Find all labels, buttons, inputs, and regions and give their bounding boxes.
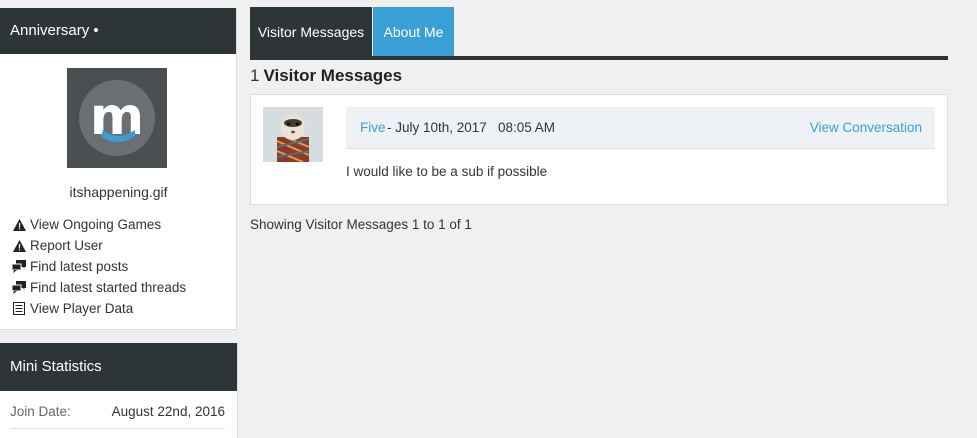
link-label: View Ongoing Games <box>30 217 162 232</box>
profile-avatar[interactable]: m <box>67 68 167 168</box>
link-label: Find latest started threads <box>30 280 187 295</box>
link-label: Report User <box>30 238 103 253</box>
link-view-player-data[interactable]: View Player Data <box>12 298 186 319</box>
message-date: - July 10th, 2017 <box>387 120 487 135</box>
tab-underline <box>250 56 948 60</box>
section-title-text: Visitor Messages <box>263 66 403 85</box>
link-label: Find latest posts <box>30 259 129 274</box>
logo-icon: m <box>79 80 155 156</box>
tab-visitor-messages[interactable]: Visitor Messages <box>250 7 372 56</box>
message-avatar[interactable] <box>263 107 323 162</box>
join-date-label: Join Date: <box>10 404 71 419</box>
ferret-avatar-icon <box>263 107 323 162</box>
tab-about-me[interactable]: About Me <box>373 7 454 56</box>
profile-title: Anniversary <box>10 22 90 39</box>
message-header: Five - July 10th, 2017 08:05 AM View Con… <box>346 107 935 149</box>
message-count: 1 <box>250 66 260 85</box>
profile-block: Anniversary • m itshappening.gif View On… <box>0 8 237 330</box>
warning-icon <box>12 218 26 232</box>
link-report-user[interactable]: Report User <box>12 235 186 256</box>
mini-statistics-block: Mini Statistics Join Date: August 22nd, … <box>0 343 238 438</box>
link-find-latest-posts[interactable]: Find latest posts <box>12 256 186 277</box>
link-label: View Player Data <box>30 301 134 316</box>
section-title: 1 Visitor Messages <box>250 66 402 86</box>
sidebar: Anniversary • m itshappening.gif View On… <box>0 0 238 438</box>
warning-icon <box>12 239 26 253</box>
chat-bubbles-icon <box>12 260 26 274</box>
profile-header: Anniversary • <box>0 8 236 54</box>
join-date-value: August 22nd, 2016 <box>111 404 225 419</box>
avatar-caption: itshappening.gif <box>69 184 168 200</box>
view-conversation-link[interactable]: View Conversation <box>810 120 922 135</box>
message-time: 08:05 AM <box>498 120 556 135</box>
chat-bubbles-icon <box>12 281 26 295</box>
link-find-latest-threads[interactable]: Find latest started threads <box>12 277 186 298</box>
pagination-summary: Showing Visitor Messages 1 to 1 of 1 <box>250 217 472 232</box>
profile-links: View Ongoing Games Report User Find late… <box>12 214 186 319</box>
visitor-message: Five - July 10th, 2017 08:05 AM View Con… <box>250 94 948 205</box>
stats-header: Mini Statistics <box>0 343 237 391</box>
message-author-link[interactable]: Five <box>360 120 386 135</box>
join-date-row: Join Date: August 22nd, 2016 <box>10 402 225 429</box>
document-icon <box>12 302 26 316</box>
title-marker: • <box>93 22 99 39</box>
link-view-ongoing-games[interactable]: View Ongoing Games <box>12 214 186 235</box>
message-text: I would like to be a sub if possible <box>346 164 548 179</box>
